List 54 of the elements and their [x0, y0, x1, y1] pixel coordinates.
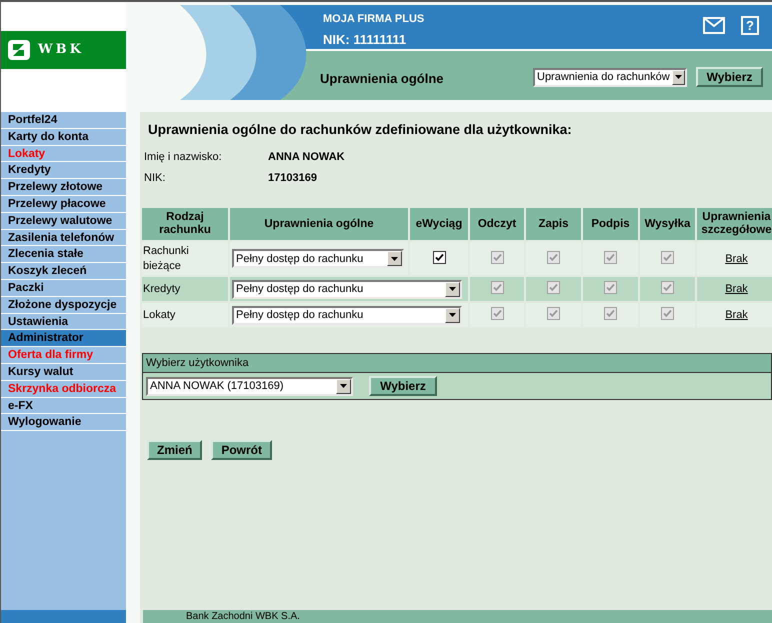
- sidebar-item[interactable]: Zasilenia telefonów: [1, 230, 126, 246]
- access-dropdown[interactable]: Pełny dostęp do rachunku: [232, 249, 404, 268]
- column-header: Zapis: [526, 208, 581, 240]
- action-button[interactable]: Powrót: [211, 440, 272, 460]
- sidebar-item[interactable]: Wylogowanie: [1, 414, 126, 432]
- field-label: NIK:: [144, 170, 166, 186]
- column-header: Odczyt: [470, 208, 524, 240]
- footer-text: Bank Zachodni WBK S.A.: [186, 610, 300, 623]
- company-nik: NIK: 11111111: [323, 30, 408, 48]
- panel-title: Wybierz użytkownika: [143, 354, 771, 374]
- help-icon[interactable]: ?: [741, 16, 759, 35]
- mail-icon[interactable]: [703, 17, 725, 34]
- view-dropdown[interactable]: Uprawnienia do rachunków: [533, 68, 687, 86]
- details-link[interactable]: Brak: [725, 309, 748, 321]
- action-button[interactable]: Zmień: [147, 440, 202, 460]
- logo-text: WBK: [38, 41, 84, 60]
- sidebar-item[interactable]: Kursy walut: [1, 364, 126, 381]
- sidebar-item[interactable]: Portfel24: [1, 112, 126, 129]
- page-title: Uprawnienia ogólne: [320, 70, 444, 88]
- select-user-button[interactable]: Wybierz: [369, 376, 437, 396]
- sidebar-item[interactable]: Kredyty: [1, 162, 126, 180]
- sidebar-item[interactable]: Przelewy płacowe: [1, 196, 126, 213]
- sidebar-item[interactable]: Przelewy walutowe: [1, 212, 126, 230]
- column-header: Uprawnienia szczegółowe: [697, 208, 772, 240]
- company-name: MOJA FIRMA PLUS: [323, 12, 424, 27]
- sidebar-item[interactable]: Zlecenia stałe: [1, 246, 126, 264]
- table-cell: Rachunki bieżące: [142, 242, 228, 276]
- sidebar-item[interactable]: Przelewy złotowe: [1, 179, 126, 196]
- access-dropdown[interactable]: Pełny dostęp do rachunku: [232, 306, 462, 325]
- logo-mark-icon: [8, 40, 30, 60]
- column-header: Wysyłka: [640, 208, 695, 240]
- sidebar-item[interactable]: Administrator: [1, 330, 126, 348]
- details-link[interactable]: Brak: [725, 283, 748, 295]
- field-value: 17103169: [268, 170, 317, 186]
- sidebar-item[interactable]: Karty do konta: [1, 128, 126, 146]
- user-dropdown[interactable]: ANNA NOWAK (17103169): [146, 376, 353, 396]
- sidebar-item[interactable]: Ustawienia: [1, 314, 126, 330]
- column-header: Rodzaj rachunku: [142, 208, 228, 240]
- summary-heading: Uprawnienia ogólne do rachunków zdefiniowane dla użytkownika:: [148, 121, 573, 139]
- select-view-button[interactable]: Wybierz: [696, 67, 763, 87]
- column-header: Uprawnienia ogólne: [230, 208, 408, 240]
- sidebar-item[interactable]: Paczki: [1, 280, 126, 297]
- sidebar-item[interactable]: Koszyk zleceń: [1, 263, 126, 280]
- sidebar-item[interactable]: e-FX: [1, 398, 126, 414]
- field-label: Imię i nazwisko:: [144, 150, 223, 164]
- details-link[interactable]: Brak: [725, 252, 748, 264]
- table-cell: Lokaty: [142, 303, 228, 328]
- checkbox[interactable]: [432, 250, 446, 264]
- sidebar-item[interactable]: Złożone dyspozycje: [1, 296, 126, 314]
- field-value: ANNA NOWAK: [268, 150, 345, 164]
- column-header: Podpis: [583, 208, 638, 240]
- table-cell: Kredyty: [142, 277, 228, 302]
- column-header: eWyciąg: [410, 208, 468, 240]
- access-dropdown[interactable]: Pełny dostęp do rachunku: [232, 280, 462, 299]
